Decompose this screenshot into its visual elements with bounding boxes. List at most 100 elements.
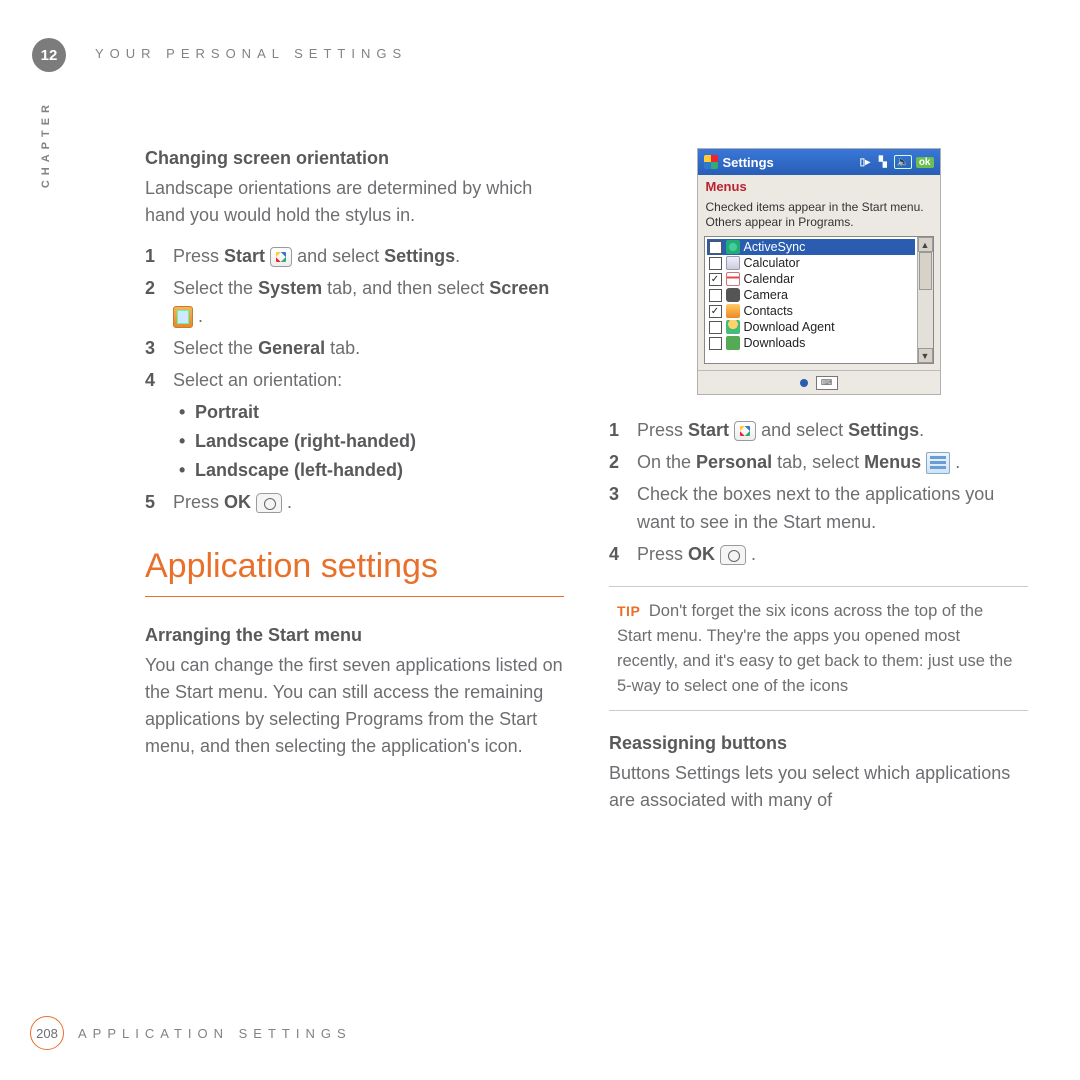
t: General <box>258 338 325 358</box>
list-item-label: Calendar <box>744 272 795 286</box>
t: . <box>287 492 292 512</box>
ok-button[interactable]: ok <box>916 157 934 168</box>
t: Select an orientation: <box>173 370 342 390</box>
checkbox[interactable] <box>709 241 722 254</box>
section-intro: Buttons Settings lets you select which a… <box>609 760 1028 814</box>
checkbox[interactable]: ✓ <box>709 305 722 318</box>
page-footer: 208 APPLICATION SETTINGS <box>30 1016 352 1050</box>
list-item-label: Download Agent <box>744 320 835 334</box>
t: OK <box>224 492 251 512</box>
app-icon <box>726 240 740 254</box>
list-item[interactable]: ✓ Contacts <box>707 303 915 319</box>
step: Check the boxes next to the applications… <box>609 481 1028 537</box>
app-icon <box>726 304 740 318</box>
t: Settings <box>848 420 919 440</box>
list-item[interactable]: Downloads <box>707 335 915 351</box>
checkbox[interactable] <box>709 321 722 334</box>
t: Start <box>688 420 729 440</box>
t: and select <box>297 246 384 266</box>
step: Select an orientation: Portrait Landscap… <box>145 367 564 485</box>
page-content: Changing screen orientation Landscape or… <box>145 148 1028 990</box>
step: On the Personal tab, select Menus . <box>609 449 1028 477</box>
screen-note: Checked items appear in the Start menu. … <box>698 198 940 236</box>
step: Press OK . <box>609 541 1028 569</box>
list-item[interactable]: Download Agent <box>707 319 915 335</box>
option-portrait: Portrait <box>179 398 564 427</box>
option-landscape-left: Landscape (left-handed) <box>179 456 564 485</box>
section-intro: Landscape orientations are determined by… <box>145 175 564 229</box>
t: . <box>919 420 924 440</box>
app-icon <box>726 336 740 350</box>
tab-indicator-icon <box>800 379 808 387</box>
signal-icon: ▚ <box>876 155 890 169</box>
ok-icon <box>256 493 282 513</box>
app-listbox[interactable]: ActiveSync Calculator ✓ Calendar Camera ✓ Cont… <box>704 236 934 364</box>
scroll-up-button[interactable]: ▲ <box>918 237 933 252</box>
t: . <box>955 452 960 472</box>
titlebar-text: Settings <box>723 155 774 170</box>
list-item[interactable]: ✓ Calendar <box>707 271 915 287</box>
tip-text: Don't forget the six icons across the to… <box>617 602 1012 694</box>
section-intro: You can change the first seven applicati… <box>145 652 564 760</box>
tip-box: TIP Don't forget the six icons across th… <box>609 586 1028 711</box>
list-item-label: Camera <box>744 288 788 302</box>
list-item-label: Calculator <box>744 256 800 270</box>
scroll-thumb[interactable] <box>919 252 932 290</box>
t: Menus <box>864 452 921 472</box>
list-item[interactable]: Camera <box>707 287 915 303</box>
t: tab. <box>325 338 360 358</box>
checkbox[interactable] <box>709 289 722 302</box>
chapter-side-label: CHAPTER <box>40 100 52 188</box>
keyboard-icon[interactable]: ⌨ <box>816 376 838 390</box>
speaker-icon: 🔈 <box>894 155 912 169</box>
t: Press <box>173 246 224 266</box>
windows-flag-icon <box>704 155 718 169</box>
t: and select <box>761 420 848 440</box>
step: Press OK . <box>145 489 564 517</box>
list-item[interactable]: Calculator <box>707 255 915 271</box>
checkbox[interactable] <box>709 257 722 270</box>
t: tab, select <box>772 452 864 472</box>
option-landscape-right: Landscape (right-handed) <box>179 427 564 456</box>
bottom-bar: ⌨ <box>698 370 940 394</box>
scrollbar[interactable]: ▲ ▼ <box>917 237 933 363</box>
t: . <box>198 306 203 326</box>
steps-orientation: Press Start and select Settings. Select … <box>145 243 564 517</box>
step: Press Start and select Settings. <box>609 417 1028 445</box>
device-screenshot: Settings ▯▸ ▚ 🔈 ok Menus Checked items a… <box>609 148 1028 395</box>
tip-label: TIP <box>617 603 640 619</box>
list-item-label: ActiveSync <box>744 240 806 254</box>
t: Select the <box>173 278 258 298</box>
section-heading-buttons: Reassigning buttons <box>609 733 1028 754</box>
list-item-label: Downloads <box>744 336 806 350</box>
footer-title: APPLICATION SETTINGS <box>78 1026 352 1041</box>
t: Press <box>637 544 688 564</box>
t: Personal <box>696 452 772 472</box>
main-heading: Application settings <box>145 547 564 597</box>
chapter-number-badge: 12 <box>32 38 66 72</box>
list-item-label: Contacts <box>744 304 793 318</box>
list-item[interactable]: ActiveSync <box>707 239 915 255</box>
t: . <box>455 246 460 266</box>
running-header: YOUR PERSONAL SETTINGS <box>95 46 407 61</box>
app-icon <box>726 272 740 286</box>
t: tab, and then select <box>322 278 489 298</box>
step: Select the General tab. <box>145 335 564 363</box>
checkbox[interactable] <box>709 337 722 350</box>
t: System <box>258 278 322 298</box>
checkbox[interactable]: ✓ <box>709 273 722 286</box>
app-icon <box>726 256 740 270</box>
t: Settings <box>384 246 455 266</box>
titlebar: Settings ▯▸ ▚ 🔈 ok <box>698 149 940 175</box>
section-heading-startmenu: Arranging the Start menu <box>145 625 564 646</box>
steps-startmenu: Press Start and select Settings. On the … <box>609 417 1028 568</box>
t: Screen <box>489 278 549 298</box>
app-icon <box>726 320 740 334</box>
t: Select the <box>173 338 258 358</box>
page-number: 208 <box>30 1016 64 1050</box>
start-icon <box>270 247 292 267</box>
screen-subtitle: Menus <box>698 175 940 198</box>
t: Press <box>637 420 688 440</box>
t: Start <box>224 246 265 266</box>
scroll-down-button[interactable]: ▼ <box>918 348 933 363</box>
